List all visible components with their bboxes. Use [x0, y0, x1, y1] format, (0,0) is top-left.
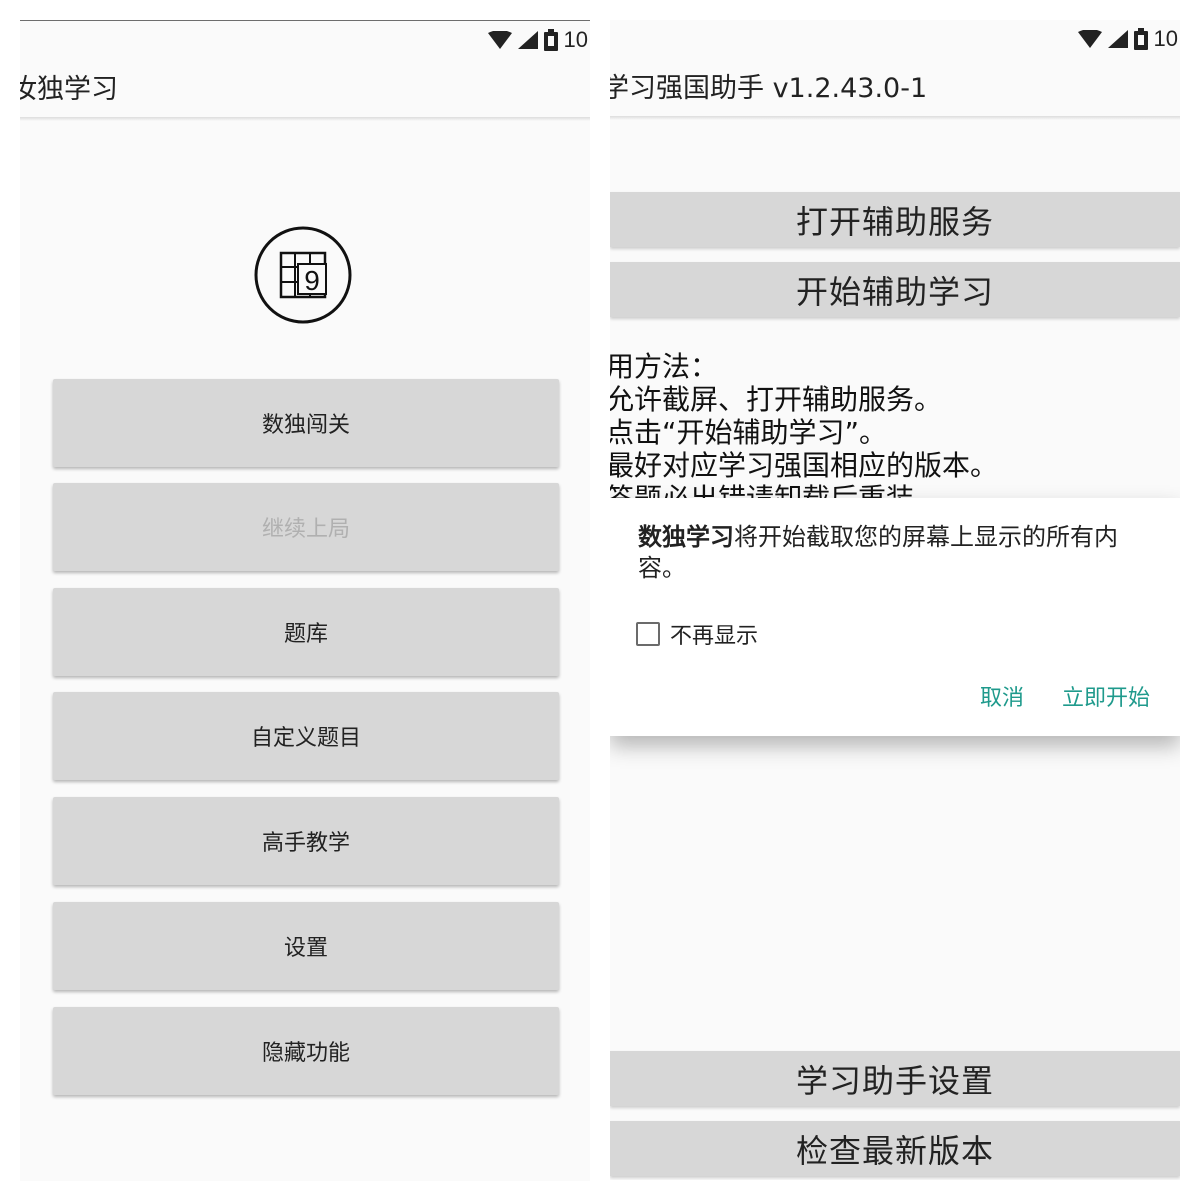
- status-time: 10: [1153, 26, 1178, 51]
- continue-last-game-button[interactable]: 继续上局: [53, 483, 559, 571]
- xuexi-helper-screen: 10 学习强国助手 v1.2.43.0-1 打开辅助服务 开始辅助学习 用方法：…: [610, 20, 1180, 1180]
- usage-line: 允许截屏、打开辅助服务。: [610, 383, 943, 416]
- toolbar-shadow: [20, 117, 590, 121]
- signal-icon: [517, 31, 538, 49]
- dont-show-again-row[interactable]: 不再显示: [636, 618, 758, 650]
- check-latest-version-button[interactable]: 检查最新版本: [610, 1121, 1180, 1176]
- sudoku-app-screen: 10 汝独学习 9 数独闯关 继续上局 题库 自定义题目 高手教学 设置 隐藏功…: [20, 20, 590, 1181]
- usage-line: 用方法：: [610, 350, 719, 383]
- dont-show-again-label: 不再显示: [670, 624, 759, 649]
- toolbar-shadow: [610, 116, 1180, 120]
- dialog-app-name: 数独学习: [638, 523, 734, 551]
- status-time: 10: [563, 27, 588, 52]
- status-bar: 10: [1077, 20, 1180, 58]
- level-mode-button[interactable]: 数独闯关: [53, 379, 559, 467]
- cancel-button[interactable]: 取消: [980, 680, 1024, 712]
- usage-instructions: 用方法： 允许截屏、打开辅助服务。 点击“开始辅助学习”。 最好对应学习强国相应…: [610, 350, 998, 515]
- expert-tutorial-button[interactable]: 高手教学: [53, 797, 559, 885]
- sudoku-logo-icon: 9: [254, 226, 352, 324]
- signal-icon: [1107, 30, 1128, 48]
- hidden-features-button[interactable]: 隐藏功能: [53, 1007, 559, 1095]
- logo-digit: 9: [304, 265, 320, 296]
- settings-button[interactable]: 设置: [53, 902, 559, 990]
- start-now-button[interactable]: 立即开始: [1062, 680, 1150, 712]
- wifi-icon: [487, 31, 512, 49]
- app-title: 汝独学习: [20, 74, 118, 105]
- battery-icon: [1133, 28, 1148, 50]
- dialog-actions: 取消 立即开始: [980, 680, 1150, 712]
- status-bar: 10: [487, 21, 590, 59]
- wifi-icon: [1077, 30, 1102, 48]
- custom-puzzle-button[interactable]: 自定义题目: [53, 692, 559, 780]
- screen-capture-dialog: 数独学习将开始截取您的屏幕上显示的所有内容。 不再显示 取消 立即开始: [610, 498, 1180, 736]
- dont-show-again-checkbox[interactable]: [636, 622, 660, 646]
- usage-line: 点击“开始辅助学习”。: [610, 416, 888, 449]
- question-bank-button[interactable]: 题库: [53, 588, 559, 676]
- battery-icon: [543, 29, 558, 51]
- helper-settings-button[interactable]: 学习助手设置: [610, 1051, 1180, 1106]
- usage-line: 最好对应学习强国相应的版本。: [610, 449, 999, 482]
- dialog-message: 数独学习将开始截取您的屏幕上显示的所有内容。: [638, 522, 1158, 584]
- app-title: 学习强国助手 v1.2.43.0-1: [610, 73, 928, 104]
- start-assisted-learning-button[interactable]: 开始辅助学习: [610, 262, 1180, 317]
- open-accessibility-service-button[interactable]: 打开辅助服务: [610, 192, 1180, 247]
